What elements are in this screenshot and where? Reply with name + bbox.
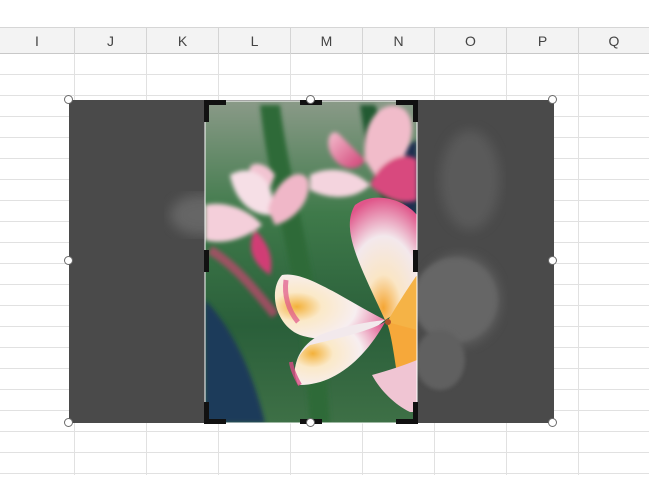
resize-handle-top[interactable] xyxy=(306,95,315,104)
cropped-image xyxy=(205,101,417,423)
resize-handle-left[interactable] xyxy=(64,256,73,265)
resize-handle-bottom[interactable] xyxy=(306,418,315,427)
resize-handle-bottom-left[interactable] xyxy=(64,418,73,427)
crop-mark-left xyxy=(204,250,209,272)
crop-mark-right xyxy=(413,250,418,272)
picture-crop-layer xyxy=(0,0,649,475)
picture[interactable] xyxy=(0,0,649,475)
resize-handle-right[interactable] xyxy=(548,256,557,265)
resize-handle-top-right[interactable] xyxy=(548,95,557,104)
resize-handle-top-left[interactable] xyxy=(64,95,73,104)
resize-handle-bottom-right[interactable] xyxy=(548,418,557,427)
